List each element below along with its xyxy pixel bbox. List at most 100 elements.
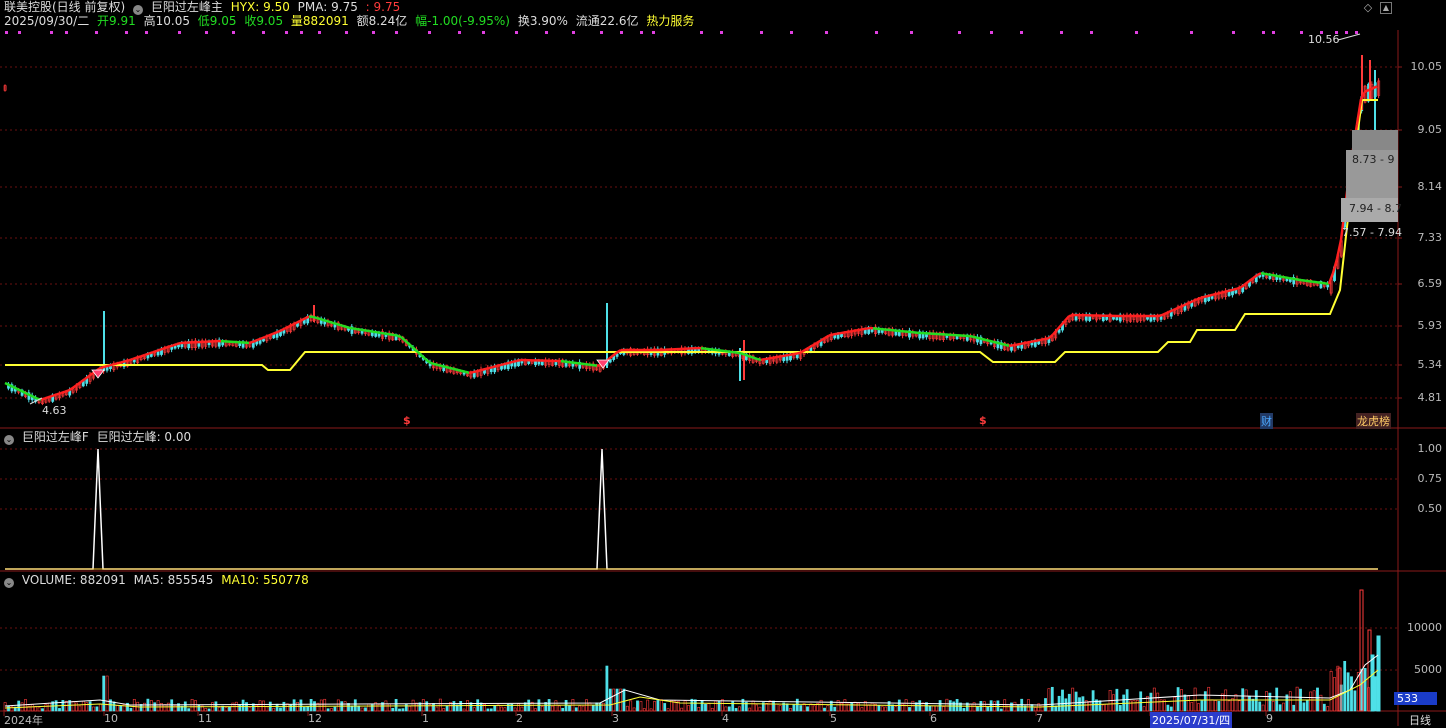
ma-segment	[157, 349, 161, 350]
finance-marker[interactable]: 财	[1260, 413, 1273, 429]
volume-bar	[320, 700, 322, 711]
ma-segment	[61, 392, 65, 393]
volume-bar	[1214, 700, 1216, 711]
sub2-tick-label: 5000	[1414, 663, 1442, 676]
volume-bar	[609, 689, 611, 711]
volume-bar	[500, 707, 502, 711]
chart-canvas[interactable]	[0, 0, 1446, 726]
volume-bar	[636, 701, 638, 711]
collapse-button[interactable]: ▲	[1380, 2, 1392, 14]
ma-segment	[105, 366, 109, 367]
ma-segment	[261, 337, 265, 339]
ma-segment	[793, 354, 797, 355]
volume-bar	[1078, 698, 1080, 711]
support-line	[5, 100, 1378, 370]
volume-bar	[1330, 671, 1332, 711]
volume-bar	[701, 700, 703, 711]
volume-bar	[171, 700, 173, 711]
ma-segment	[1365, 90, 1369, 92]
volume-bar	[582, 706, 584, 711]
volume-bar	[963, 708, 965, 711]
signal-dot	[1190, 31, 1193, 34]
ma-segment	[1221, 292, 1225, 293]
volume-bar	[164, 705, 166, 711]
volume-bar	[286, 704, 288, 711]
signal-dot	[1272, 31, 1275, 34]
ma-segment	[1273, 275, 1277, 276]
ma-segment	[1181, 305, 1185, 307]
ma-segment	[1301, 280, 1305, 281]
indicator-name[interactable]: 巨阳过左峰主	[151, 0, 223, 14]
ma-segment	[489, 367, 493, 368]
ma-segment	[1209, 295, 1213, 296]
volume-bar	[1061, 690, 1063, 711]
volume-bar	[813, 706, 815, 711]
volume-bar	[1129, 701, 1131, 711]
ma-segment	[369, 331, 373, 332]
volume-bar	[616, 689, 618, 711]
signal-dot	[5, 31, 8, 34]
sub1-title[interactable]: 巨阳过左峰F	[22, 430, 89, 444]
ma-segment	[253, 340, 257, 342]
volume-bar	[1174, 697, 1176, 711]
signal-dot	[318, 31, 321, 34]
ma-segment	[993, 342, 997, 343]
dividend-marker-2[interactable]: $	[979, 414, 987, 427]
ma-segment	[1281, 277, 1285, 278]
signal-dot	[1355, 31, 1358, 34]
sub1-circle-icon[interactable]: ⌄	[4, 435, 14, 445]
sub2-circle-icon[interactable]: ⌄	[4, 578, 14, 588]
ma-segment	[337, 324, 341, 325]
ma-segment	[345, 327, 349, 328]
signal-dot	[300, 31, 303, 34]
signal-dot	[515, 31, 518, 34]
volume-bar	[307, 707, 309, 711]
volume-bar	[310, 699, 312, 711]
ma-segment	[1017, 344, 1021, 345]
volume-bar	[242, 700, 244, 711]
volume-bar	[436, 707, 438, 711]
ma-segment	[701, 348, 705, 349]
ma-segment	[773, 357, 777, 358]
volume-bar	[1354, 691, 1356, 711]
candle-body	[262, 339, 264, 341]
volume-bar	[41, 709, 43, 711]
volume-bar	[409, 706, 411, 711]
time-axis-label: 7	[1036, 712, 1043, 725]
diamond-icon[interactable]: ◇	[1362, 2, 1374, 14]
ma-segment	[45, 397, 49, 398]
ma-segment	[1173, 308, 1177, 310]
ma-segment	[721, 351, 725, 352]
ma-segment	[1317, 282, 1321, 283]
volume-bar	[262, 701, 264, 711]
signal-dot	[700, 31, 703, 34]
price-tick-label: 7.33	[1418, 231, 1443, 244]
volume-bar	[1374, 677, 1376, 711]
ma-segment	[769, 358, 773, 359]
volume-bar	[1316, 688, 1318, 711]
high-leader-line	[1338, 34, 1360, 40]
volume-bar	[4, 703, 6, 711]
ma-segment	[385, 334, 389, 335]
ma-segment	[733, 352, 737, 353]
stock-name: 联美控股(日线 前复权)	[4, 0, 125, 14]
ma-segment	[725, 351, 729, 352]
ma-segment	[849, 331, 853, 332]
volume-bar	[664, 703, 666, 711]
volume-bar	[1126, 690, 1128, 711]
volume-bar	[698, 707, 700, 711]
volume-bar	[48, 703, 50, 711]
dividend-marker-1[interactable]: $	[403, 414, 411, 427]
ma-segment	[381, 333, 385, 334]
ma-segment	[377, 332, 381, 333]
volume-bar	[1041, 705, 1043, 711]
sub2-title[interactable]: VOLUME: 882091	[22, 573, 126, 587]
volume-bar	[1201, 701, 1203, 711]
price-tick-label: 9.05	[1418, 123, 1443, 136]
volume-bar	[279, 708, 281, 711]
ma-segment	[501, 364, 505, 365]
ma-segment	[485, 368, 489, 369]
volume-bar	[1119, 705, 1121, 711]
longhu-marker[interactable]: 龙虎榜	[1356, 413, 1391, 429]
volume-bar	[249, 707, 251, 711]
